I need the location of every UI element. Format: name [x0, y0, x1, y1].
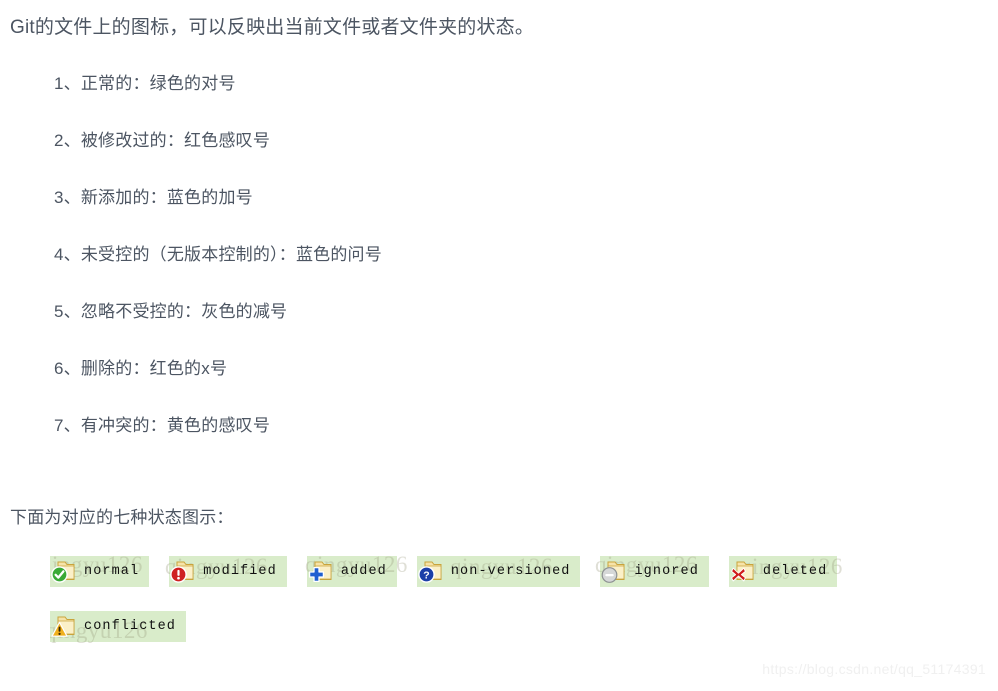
folder-icon: [51, 556, 78, 587]
section-subheading: 下面为对应的七种状态图示：: [10, 508, 234, 527]
status-chip-normal: normal: [50, 556, 150, 587]
list-item-label: 有冲突的：黄色的感叹号: [80, 416, 271, 435]
status-chip-modified: modified: [169, 556, 287, 587]
status-chip-label: conflicted: [84, 619, 177, 634]
status-chip-label: ignored: [634, 564, 699, 579]
list-item: 6、删除的：红色的x号: [54, 355, 754, 412]
list-item-index: 7、: [54, 416, 81, 435]
folder-icon: [601, 556, 628, 587]
status-list: 1、正常的：绿色的对号 2、被修改过的：红色感叹号 3、新添加的：蓝色的加号 4…: [54, 70, 754, 469]
folder-icon: [51, 611, 78, 642]
yellow-warning-badge: [51, 621, 68, 638]
list-item: 2、被修改过的：红色感叹号: [54, 127, 754, 184]
folder-icon: ?: [418, 556, 445, 587]
folder-icon: [730, 556, 757, 587]
list-item-index: 5、: [54, 302, 81, 321]
list-item-label: 被修改过的：红色感叹号: [80, 131, 271, 150]
list-item-index: 6、: [54, 359, 81, 378]
list-item: 3、新添加的：蓝色的加号: [54, 184, 754, 241]
list-item: 5、忽略不受控的：灰色的减号: [54, 298, 754, 355]
list-item-index: 3、: [54, 188, 81, 207]
blue-question-badge: ?: [418, 566, 435, 583]
green-check-badge: [51, 566, 68, 583]
legend-row: normal modified added ? non-versioned ig…: [50, 556, 950, 587]
status-chip-added: added: [306, 556, 397, 587]
red-exclamation-badge: [170, 566, 188, 583]
status-chip-label: non-versioned: [450, 564, 571, 579]
status-chip-non-versioned: ? non-versioned: [416, 556, 581, 587]
list-item-index: 1、: [54, 74, 81, 93]
list-item: 7、有冲突的：黄色的感叹号: [54, 412, 754, 469]
status-chip-ignored: ignored: [600, 556, 709, 587]
list-item-label: 忽略不受控的：灰色的减号: [80, 302, 288, 321]
status-chip-label: added: [340, 564, 387, 579]
list-item-label: 新添加的：蓝色的加号: [80, 188, 253, 207]
status-chip-label: deleted: [762, 564, 828, 579]
list-item: 1、正常的：绿色的对号: [54, 70, 754, 127]
folder-icon: [308, 556, 335, 587]
list-item: 4、未受控的（无版本控制的）：蓝色的问号: [54, 241, 754, 298]
status-chip-deleted: deleted: [728, 556, 838, 587]
red-cross-badge: [730, 566, 747, 583]
status-chip-label: normal: [84, 564, 140, 579]
status-chip-label: modified: [203, 564, 277, 579]
status-chip-conflicted: conflicted: [50, 611, 187, 642]
list-item-label: 正常的：绿色的对号: [80, 74, 236, 93]
list-item-label: 未受控的（无版本控制的）：蓝色的问号: [80, 245, 382, 264]
source-watermark: https://blog.csdn.net/qq_51174391: [762, 661, 986, 677]
list-item-index: 4、: [54, 245, 81, 264]
gray-minus-badge: [601, 566, 618, 583]
blue-plus-badge: [308, 566, 325, 583]
svg-text:?: ?: [423, 569, 429, 581]
status-icon-legend: qingyu126 qingyu126 qingyu126 qingyu126 …: [50, 556, 950, 660]
legend-row: conflicted: [50, 611, 950, 642]
list-item-label: 删除的：红色的x号: [80, 359, 228, 378]
intro-paragraph: Git的文件上的图标，可以反映出当前文件或者文件夹的状态。: [10, 17, 535, 38]
list-item-index: 2、: [54, 131, 81, 150]
folder-icon: [170, 556, 197, 587]
